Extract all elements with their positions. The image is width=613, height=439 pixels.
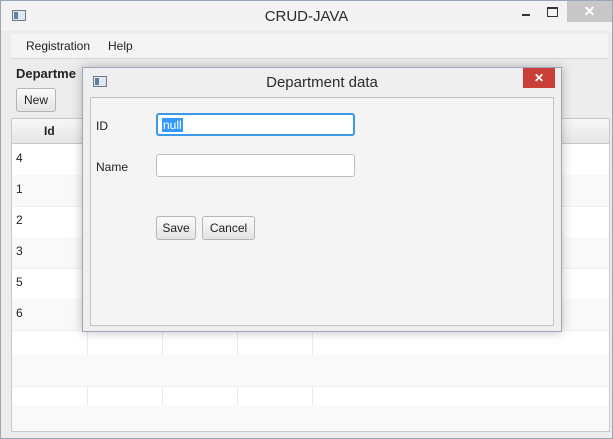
new-button[interactable]: New — [16, 88, 56, 112]
name-label: Name — [96, 160, 129, 174]
id-label: ID — [96, 119, 108, 133]
cell-id: 3 — [16, 244, 23, 258]
menu-help[interactable]: Help — [108, 39, 133, 53]
dialog-close-button[interactable]: ✕ — [523, 68, 555, 88]
cancel-button[interactable]: Cancel — [202, 216, 255, 240]
section-title: Departme — [16, 66, 76, 81]
maximize-icon[interactable] — [542, 1, 562, 22]
dialog-title: Department data — [266, 74, 378, 91]
minimize-icon[interactable] — [516, 1, 536, 22]
cell-id: 4 — [16, 151, 23, 165]
menu-bar: Registration Help — [11, 34, 608, 59]
close-icon[interactable]: ✕ — [567, 1, 612, 22]
cell-id: 2 — [16, 213, 23, 227]
id-field[interactable]: null — [156, 113, 355, 136]
cell-id: 5 — [16, 275, 23, 289]
title-bar: CRUD-JAVA ✕ — [1, 1, 612, 31]
name-field[interactable] — [156, 154, 355, 177]
cell-id: 6 — [16, 306, 23, 320]
department-dialog: Department data ✕ ID null Name Save Canc… — [82, 67, 562, 332]
id-field-selected-text: null — [162, 118, 183, 132]
cell-id: 1 — [16, 182, 23, 196]
dialog-form: ID null Name Save Cancel — [90, 97, 554, 326]
menu-registration[interactable]: Registration — [26, 39, 90, 53]
save-button[interactable]: Save — [156, 216, 196, 240]
table-row-empty — [12, 405, 609, 431]
column-header-id[interactable]: Id — [44, 124, 55, 138]
